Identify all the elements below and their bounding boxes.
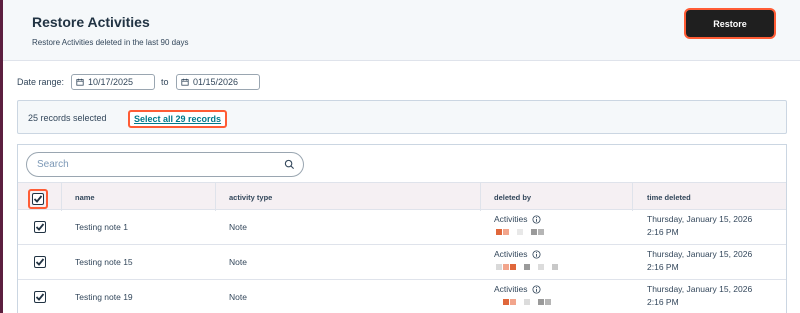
row-name: Testing note 15 [75, 257, 133, 267]
calendar-icon [181, 78, 189, 86]
table-row[interactable]: Testing note 15 Note Activities Thursday… [18, 245, 786, 280]
calendar-icon [76, 78, 84, 86]
to-label: to [161, 77, 169, 87]
deleted-by-label: Activities [494, 214, 528, 224]
row-time-clock: 2:16 PM [647, 262, 679, 272]
checkbox-checked-icon [35, 223, 45, 231]
user-avatar-obscured [496, 229, 544, 235]
column-divider [480, 183, 481, 211]
page-title: Restore Activities [32, 14, 150, 30]
checkbox-checked-icon [35, 258, 45, 266]
page-subtitle: Restore Activities deleted in the last 9… [32, 38, 189, 47]
selection-summary: 25 records selected [28, 113, 107, 123]
row-time-clock: 2:16 PM [647, 297, 679, 307]
user-avatar-obscured [496, 299, 551, 305]
deleted-by-label: Activities [494, 284, 528, 294]
table-header: name activity type deleted by time delet… [18, 182, 786, 211]
records-table: name activity type deleted by time delet… [17, 144, 787, 313]
restore-button[interactable]: Restore [686, 10, 774, 37]
start-date-input[interactable]: 10/17/2025 [71, 74, 155, 90]
checkbox-checked-icon [35, 293, 45, 301]
row-time-date: Thursday, January 15, 2026 [647, 284, 753, 294]
row-activity-type: Note [229, 292, 247, 302]
start-date-value: 10/17/2025 [88, 77, 134, 87]
row-name: Testing note 19 [75, 292, 133, 302]
column-divider [215, 183, 216, 211]
column-divider [61, 183, 62, 211]
row-deleted-by: Activities [494, 214, 541, 224]
row-name: Testing note 1 [75, 222, 128, 232]
select-all-link[interactable]: Select all 29 records [128, 110, 228, 128]
row-checkbox[interactable] [34, 221, 46, 233]
column-header-deleted-by[interactable]: deleted by [494, 183, 531, 211]
select-all-checkbox-highlight[interactable] [28, 189, 48, 209]
row-deleted-by: Activities [494, 249, 541, 259]
table-row[interactable]: Testing note 19 Note Activities Thursday… [18, 280, 786, 313]
deleted-by-label: Activities [494, 249, 528, 259]
column-header-name[interactable]: name [75, 183, 95, 211]
info-icon[interactable] [532, 285, 541, 294]
date-range-label: Date range: [17, 77, 65, 87]
info-icon[interactable] [532, 250, 541, 259]
search-box[interactable] [26, 152, 304, 177]
row-time-date: Thursday, January 15, 2026 [647, 249, 753, 259]
column-divider [632, 183, 633, 211]
selection-bar: 25 records selected Select all 29 record… [17, 100, 787, 134]
row-checkbox[interactable] [34, 291, 46, 303]
row-activity-type: Note [229, 222, 247, 232]
end-date-value: 01/15/2026 [193, 77, 239, 87]
row-time-clock: 2:16 PM [647, 227, 679, 237]
checkbox-checked-icon [33, 195, 43, 203]
info-icon[interactable] [532, 215, 541, 224]
select-all-checkbox[interactable] [32, 193, 44, 205]
end-date-input[interactable]: 01/15/2026 [176, 74, 260, 90]
user-avatar-obscured [496, 264, 558, 270]
column-header-time-deleted[interactable]: time deleted [647, 183, 691, 211]
search-icon[interactable] [284, 159, 295, 170]
row-checkbox[interactable] [34, 256, 46, 268]
row-activity-type: Note [229, 257, 247, 267]
search-input[interactable] [37, 159, 284, 170]
row-deleted-by: Activities [494, 284, 541, 294]
column-header-activity-type[interactable]: activity type [229, 183, 272, 211]
page-header: Restore Activities Restore Activities de… [3, 0, 800, 61]
table-row[interactable]: Testing note 1 Note Activities Thursday,… [18, 210, 786, 245]
row-time-date: Thursday, January 15, 2026 [647, 214, 753, 224]
